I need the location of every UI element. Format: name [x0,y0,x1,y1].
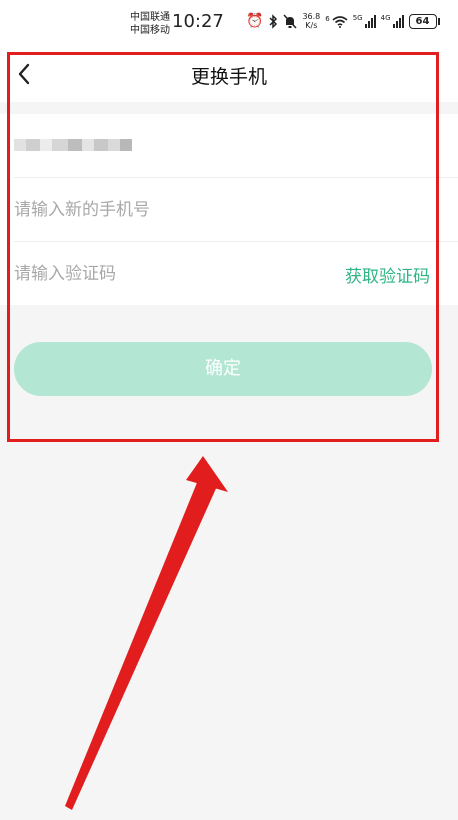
annotation-arrow [65,456,228,810]
